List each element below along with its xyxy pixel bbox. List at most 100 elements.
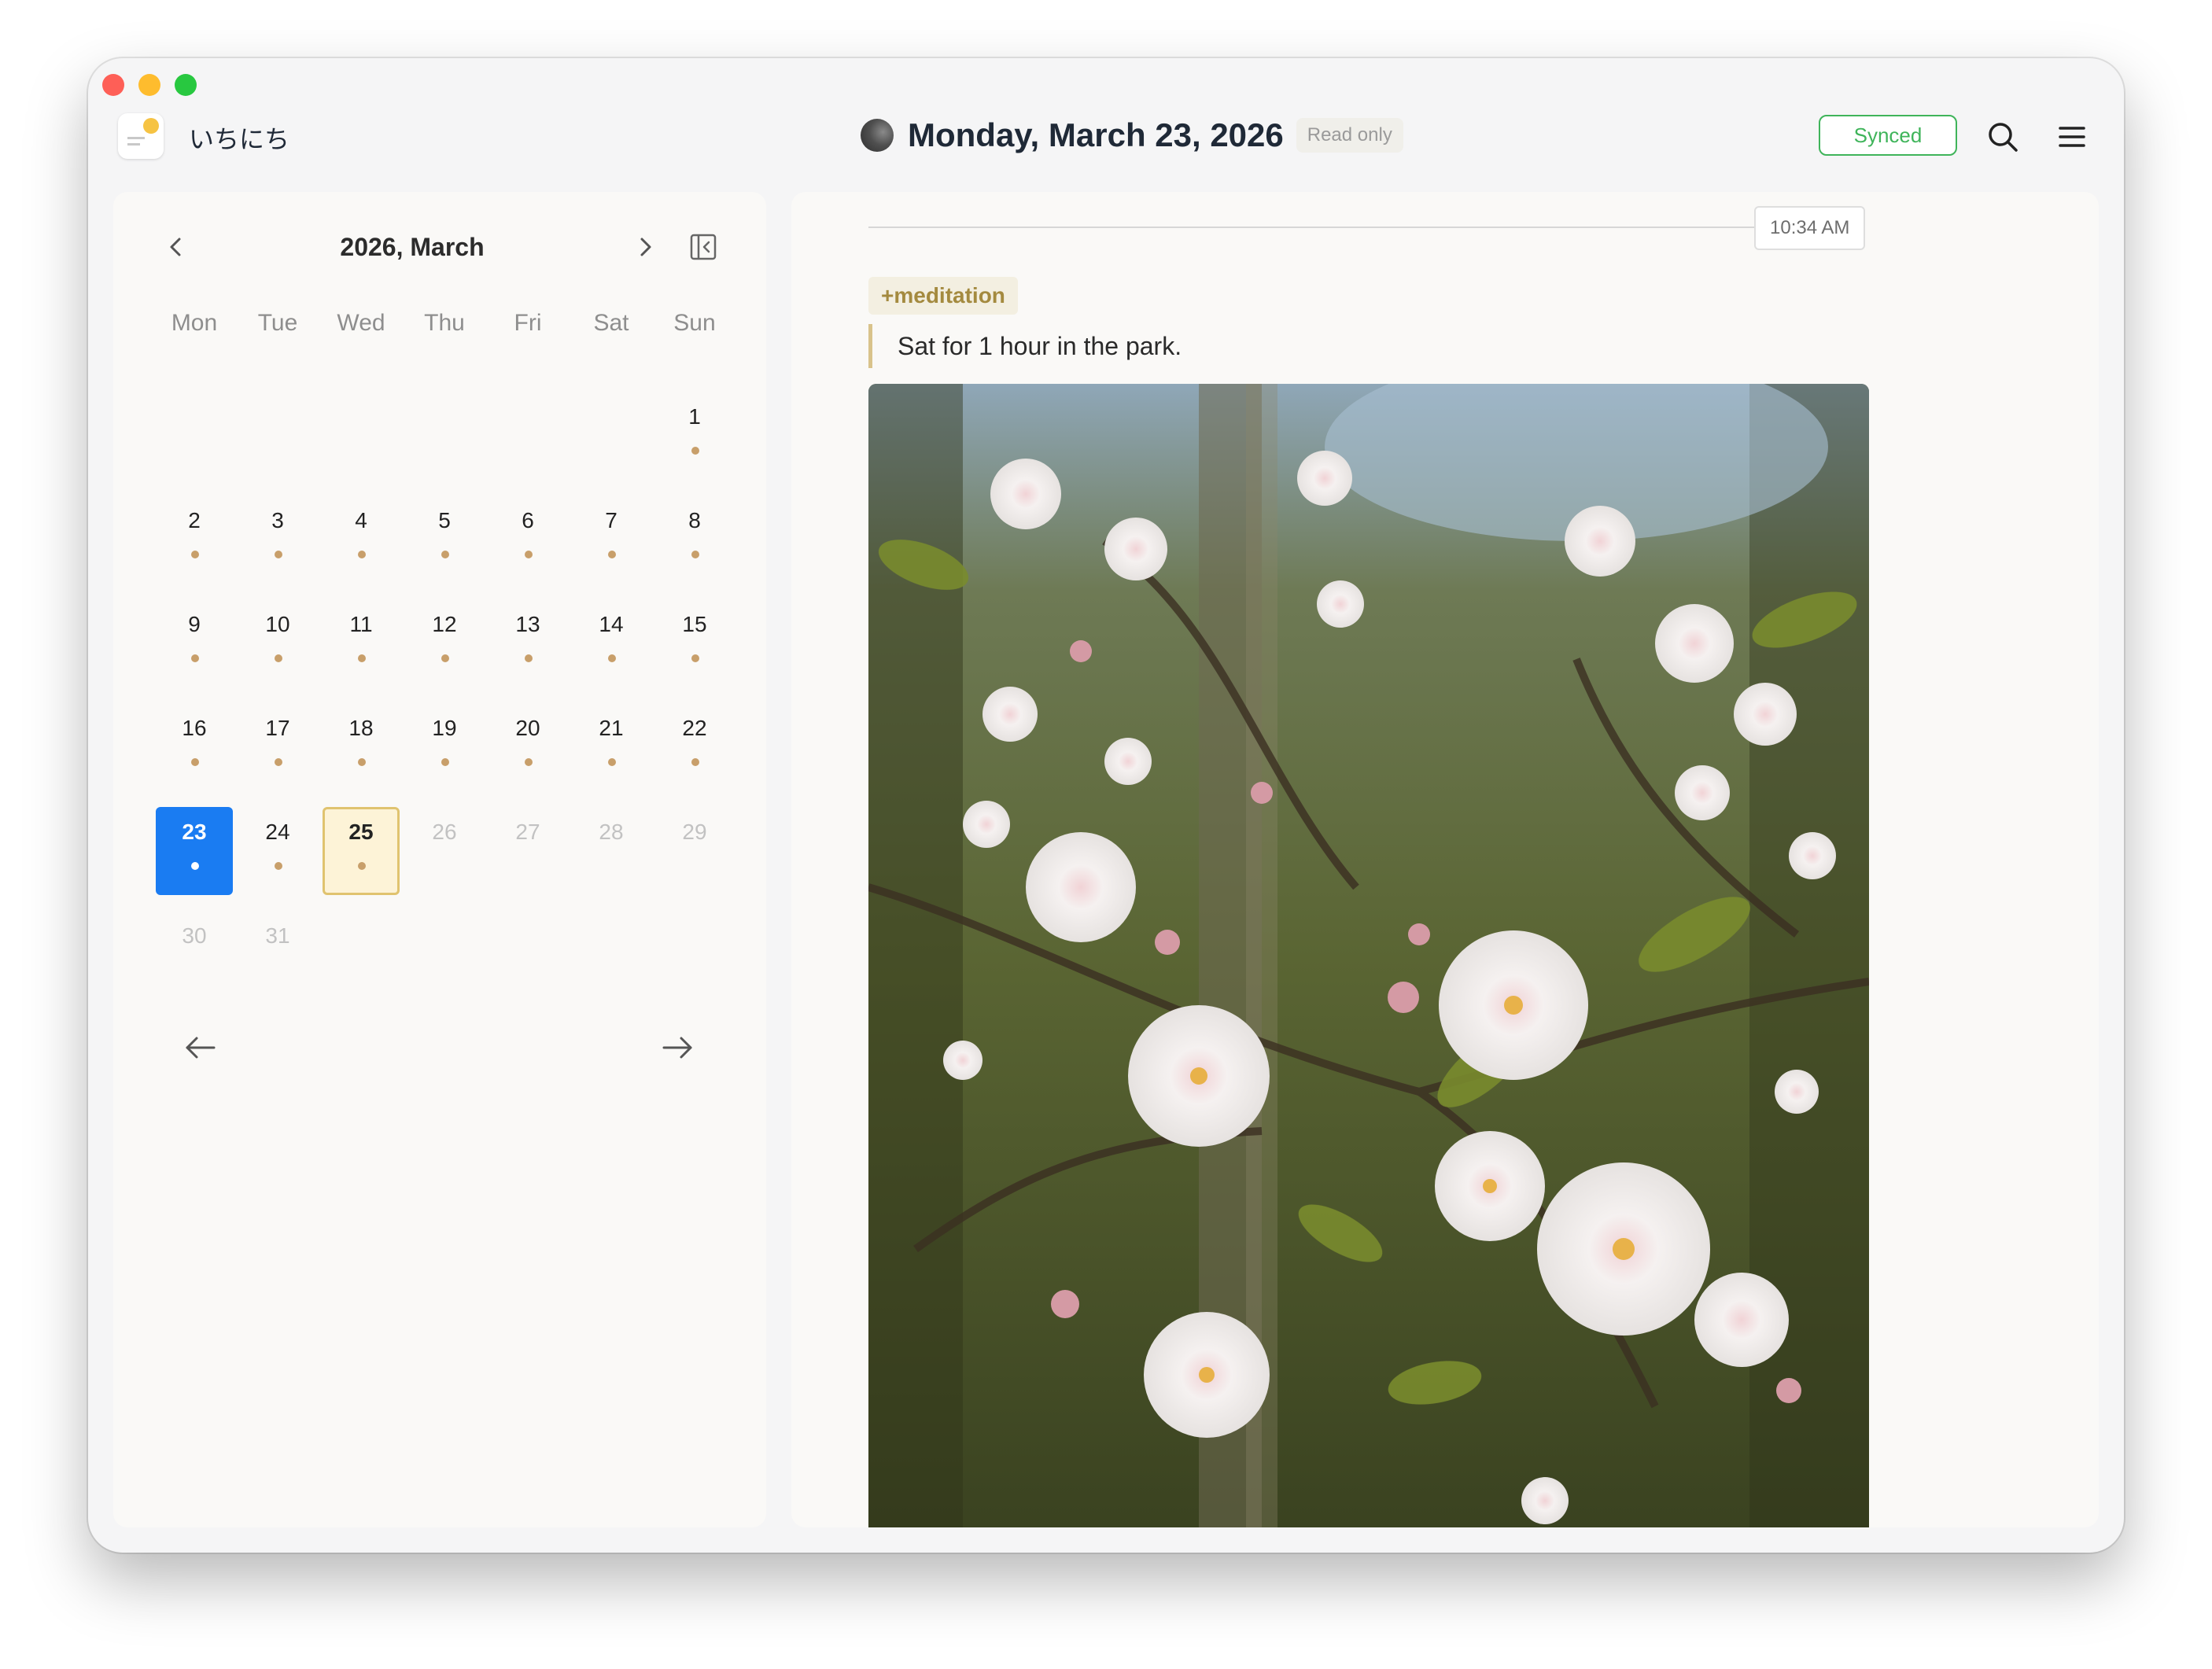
calendar-day-12[interactable]: 12 xyxy=(403,588,486,692)
calendar-day-number: 4 xyxy=(355,508,367,532)
journal-entry-panel: 10:34 AM +meditation Sat for 1 hour in t… xyxy=(791,192,2099,1527)
calendar-day-26[interactable]: 26 xyxy=(403,796,486,900)
close-window-button[interactable] xyxy=(102,74,124,96)
minimize-window-button[interactable] xyxy=(138,74,160,96)
entry-timestamp: 10:34 AM xyxy=(1754,206,1866,250)
calendar-day-9[interactable]: 9 xyxy=(153,588,236,692)
calendar-day-number: 21 xyxy=(599,716,624,740)
calendar-day-14[interactable]: 14 xyxy=(570,588,653,692)
search-button[interactable] xyxy=(1984,118,2022,156)
calendar-day-number: 18 xyxy=(348,716,374,740)
weekday-label: Tue xyxy=(257,310,298,336)
calendar-grid: 1 2 3 4 5 6 7 8 9 10 11 12 13 14 15 16 17 18 19 20 21 22 23 24 2… xyxy=(153,381,736,1004)
date-header: Monday, March 23, 2026 Read only xyxy=(861,116,1403,154)
calendar-empty-cell xyxy=(403,381,486,484)
calendar-day-number: 15 xyxy=(682,612,707,636)
calendar-day-number: 16 xyxy=(182,716,207,740)
entry-indicator-dot xyxy=(191,551,199,558)
calendar-day-29[interactable]: 29 xyxy=(653,796,736,900)
read-only-badge: Read only xyxy=(1296,118,1403,153)
calendar-day-4[interactable]: 4 xyxy=(319,484,403,588)
synced-button[interactable]: Synced xyxy=(1819,115,1957,156)
next-day-button[interactable] xyxy=(658,1032,697,1063)
entry-indicator-dot xyxy=(608,758,616,766)
calendar-day-number: 28 xyxy=(599,820,624,844)
calendar-empty-cell xyxy=(153,381,236,484)
entry-indicator-dot xyxy=(275,862,282,870)
calendar-day-10[interactable]: 10 xyxy=(236,588,319,692)
entry-indicator-dot xyxy=(691,654,699,662)
calendar-day-number: 2 xyxy=(188,508,201,532)
calendar-day-11[interactable]: 11 xyxy=(319,588,403,692)
calendar-day-27[interactable]: 27 xyxy=(486,796,570,900)
calendar-day-number: 11 xyxy=(349,612,373,636)
calendar-day-19[interactable]: 19 xyxy=(403,692,486,796)
calendar-day-3[interactable]: 3 xyxy=(236,484,319,588)
entry-indicator-dot xyxy=(525,758,533,766)
timeline-divider xyxy=(868,227,1757,228)
weekday-label: Fri xyxy=(514,310,542,336)
calendar-empty-cell xyxy=(486,381,570,484)
calendar-day-number: 26 xyxy=(432,820,457,844)
collapse-sidebar-button[interactable] xyxy=(688,231,719,263)
calendar-day-number: 10 xyxy=(265,612,290,636)
calendar-day-5[interactable]: 5 xyxy=(403,484,486,588)
calendar-day-number: 13 xyxy=(515,612,540,636)
calendar-day-number: 8 xyxy=(688,508,701,532)
moon-phase-icon xyxy=(861,119,894,152)
previous-day-button[interactable] xyxy=(181,1032,220,1063)
weekday-label: Wed xyxy=(337,310,385,336)
calendar-day-6[interactable]: 6 xyxy=(486,484,570,588)
entry-indicator-dot xyxy=(691,551,699,558)
sidebar-collapse-icon xyxy=(690,234,717,260)
photo-icon xyxy=(868,384,1869,1527)
calendar-day-17[interactable]: 17 xyxy=(236,692,319,796)
calendar-day-number: 20 xyxy=(515,716,540,740)
calendar-day-number: 29 xyxy=(682,820,707,844)
calendar-day-20[interactable]: 20 xyxy=(486,692,570,796)
entry-indicator-dot xyxy=(525,551,533,558)
entry-indicator-dot xyxy=(275,654,282,662)
calendar-day-number: 27 xyxy=(515,820,540,844)
entry-photo[interactable] xyxy=(868,384,1869,1527)
app-name: いちにち xyxy=(189,125,290,153)
calendar-day-21[interactable]: 21 xyxy=(570,692,653,796)
calendar-day-15[interactable]: 15 xyxy=(653,588,736,692)
calendar-day-16[interactable]: 16 xyxy=(153,692,236,796)
weekday-header: Mon Tue Wed Thu Fri Sat Sun xyxy=(153,310,736,337)
weekday-label: Thu xyxy=(424,310,465,336)
weekday-label: Mon xyxy=(171,310,218,336)
next-month-button[interactable] xyxy=(629,231,661,263)
calendar-day-number: 19 xyxy=(432,716,457,740)
calendar-day-2[interactable]: 2 xyxy=(153,484,236,588)
entry-indicator-dot xyxy=(691,758,699,766)
menu-button[interactable] xyxy=(2053,118,2091,156)
entry-indicator-dot xyxy=(608,654,616,662)
calendar-day-23[interactable]: 23 xyxy=(156,807,233,895)
window-controls xyxy=(102,74,197,96)
calendar-day-18[interactable]: 18 xyxy=(319,692,403,796)
zoom-window-button[interactable] xyxy=(175,74,197,96)
calendar-day-13[interactable]: 13 xyxy=(486,588,570,692)
calendar-day-25[interactable]: 25 xyxy=(323,807,400,895)
entry-indicator-dot xyxy=(441,551,449,558)
calendar-day-number: 6 xyxy=(522,508,534,532)
calendar-day-31[interactable]: 31 xyxy=(236,900,319,1004)
calendar-day-22[interactable]: 22 xyxy=(653,692,736,796)
calendar-day-24[interactable]: 24 xyxy=(236,796,319,900)
calendar-day-number: 31 xyxy=(265,923,290,948)
entry-text-content: Sat for 1 hour in the park. xyxy=(898,331,1182,360)
calendar-day-number: 7 xyxy=(605,508,618,532)
entry-tag[interactable]: +meditation xyxy=(868,277,1018,315)
calendar-day-8[interactable]: 8 xyxy=(653,484,736,588)
calendar-day-30[interactable]: 30 xyxy=(153,900,236,1004)
arrow-right-icon xyxy=(662,1037,692,1059)
weekday-label: Sun xyxy=(673,310,716,336)
calendar-day-number: 24 xyxy=(265,820,290,844)
calendar-day-number: 25 xyxy=(348,820,374,844)
page-title: Monday, March 23, 2026 xyxy=(908,116,1284,153)
calendar-day-28[interactable]: 28 xyxy=(570,796,653,900)
calendar-day-1[interactable]: 1 xyxy=(653,381,736,484)
calendar-day-number: 30 xyxy=(182,923,207,948)
calendar-day-7[interactable]: 7 xyxy=(570,484,653,588)
